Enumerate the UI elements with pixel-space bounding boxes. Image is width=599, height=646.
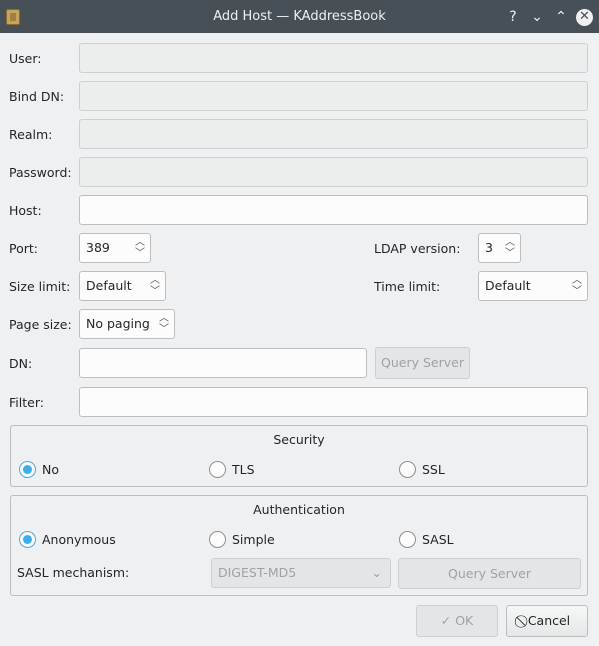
radio-icon — [209, 461, 226, 478]
port-spinbox[interactable]: 389 ︿ ﹀ — [79, 233, 151, 263]
increment-icon[interactable]: ︿ — [571, 275, 583, 286]
help-button[interactable]: ? — [503, 7, 523, 27]
ldap-version-value: 3 — [485, 240, 493, 255]
bind-dn-label: Bind DN: — [9, 89, 65, 104]
page-size-label: Page size: — [9, 317, 72, 332]
decrement-icon[interactable]: ﹀ — [571, 286, 583, 297]
time-limit-spinbox[interactable]: Default ︿ ﹀ — [478, 271, 588, 301]
dn-label: DN: — [9, 356, 33, 371]
chevron-down-icon: ⌄ — [371, 565, 382, 580]
security-group: Security No TLS SSL — [10, 425, 588, 487]
close-button[interactable]: ✕ — [576, 9, 593, 26]
security-title: Security — [273, 432, 325, 447]
check-icon: ✓ — [440, 613, 452, 628]
authentication-title: Authentication — [253, 502, 345, 517]
realm-field[interactable] — [79, 119, 588, 149]
filter-field[interactable] — [79, 387, 588, 417]
filter-label: Filter: — [9, 395, 44, 410]
sasl-query-server-button[interactable]: Query Server — [398, 558, 581, 589]
increment-icon[interactable]: ︿ — [149, 275, 161, 286]
sasl-mechanism-label: SASL mechanism: — [17, 565, 130, 580]
page-size-value: No paging — [86, 316, 150, 331]
radio-icon — [399, 531, 416, 548]
bind-dn-field[interactable] — [79, 81, 588, 111]
title-bar: Add Host — KAddressBook ? ⌄ ⌃ ✕ — [0, 0, 599, 33]
password-label: Password: — [9, 165, 72, 180]
radio-checked-icon — [19, 461, 36, 478]
ldap-version-label: LDAP version: — [374, 241, 461, 256]
decrement-icon[interactable]: ﹀ — [158, 324, 170, 335]
ldap-version-spinbox[interactable]: 3 ︿ ﹀ — [478, 233, 521, 263]
password-field[interactable] — [79, 157, 588, 187]
radio-checked-icon — [19, 531, 36, 548]
decrement-icon[interactable]: ﹀ — [134, 248, 146, 259]
ok-button[interactable]: ✓ OK — [416, 605, 498, 637]
radio-icon — [209, 531, 226, 548]
time-limit-value: Default — [485, 278, 531, 293]
decrement-icon[interactable]: ﹀ — [504, 248, 516, 259]
cancel-button[interactable]: ⃠ Cancel — [506, 605, 588, 637]
dn-field[interactable] — [79, 348, 367, 378]
time-limit-label: Time limit: — [374, 279, 441, 294]
host-field[interactable] — [79, 195, 588, 225]
increment-icon[interactable]: ︿ — [504, 237, 516, 248]
size-limit-label: Size limit: — [9, 279, 71, 294]
user-field[interactable] — [79, 43, 588, 73]
size-limit-value: Default — [86, 278, 132, 293]
page-size-spinbox[interactable]: No paging ︿ ﹀ — [79, 309, 175, 339]
query-server-button[interactable]: Query Server — [375, 347, 470, 379]
minimize-button[interactable]: ⌄ — [527, 7, 547, 27]
sasl-mechanism-value: DIGEST-MD5 — [218, 565, 297, 580]
realm-label: Realm: — [9, 127, 53, 142]
authentication-group: Authentication Anonymous Simple SASL SAS… — [10, 495, 588, 596]
radio-icon — [399, 461, 416, 478]
size-limit-spinbox[interactable]: Default ︿ ﹀ — [79, 271, 166, 301]
sasl-mechanism-select[interactable]: DIGEST-MD5 ⌄ — [211, 558, 391, 588]
increment-icon[interactable]: ︿ — [158, 313, 170, 324]
port-value: 389 — [86, 240, 110, 255]
decrement-icon[interactable]: ﹀ — [149, 286, 161, 297]
maximize-button[interactable]: ⌃ — [551, 7, 571, 27]
user-label: User: — [9, 51, 42, 66]
port-label: Port: — [9, 241, 38, 256]
increment-icon[interactable]: ︿ — [134, 237, 146, 248]
host-label: Host: — [9, 203, 42, 218]
